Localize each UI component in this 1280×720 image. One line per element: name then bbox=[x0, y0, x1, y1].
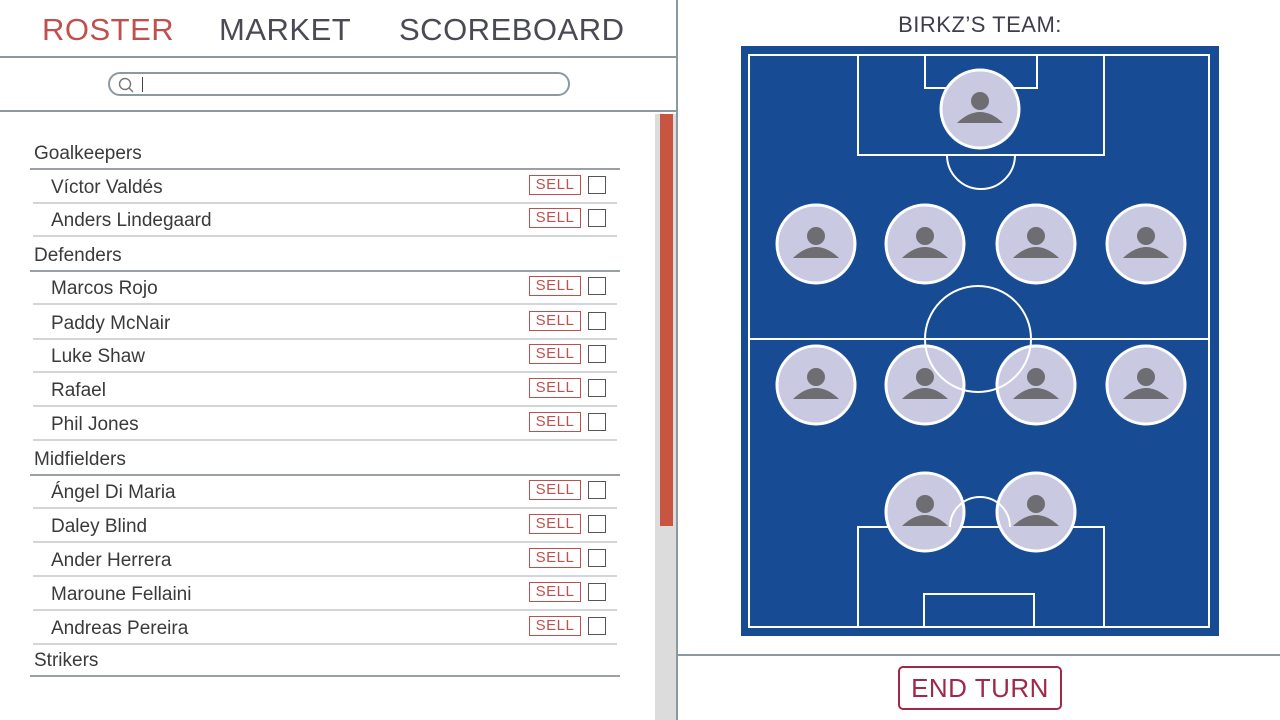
person-icon bbox=[1027, 368, 1045, 386]
group-header-strikers: Strikers bbox=[30, 649, 620, 677]
sell-button[interactable]: SELL bbox=[529, 412, 581, 432]
select-checkbox[interactable] bbox=[588, 176, 606, 194]
player-name: Marcos Rojo bbox=[51, 278, 158, 299]
text-caret bbox=[142, 77, 143, 92]
team-pitch bbox=[741, 46, 1219, 636]
select-checkbox[interactable] bbox=[588, 481, 606, 499]
player-name: Andreas Pereira bbox=[51, 618, 189, 639]
player-name: Rafael bbox=[51, 380, 106, 401]
player-avatar[interactable] bbox=[775, 203, 857, 285]
sell-button[interactable]: SELL bbox=[529, 582, 581, 602]
player-row: Maroune Fellaini SELL bbox=[33, 577, 617, 611]
sell-button[interactable]: SELL bbox=[529, 616, 581, 636]
player-row: Luke Shaw SELL bbox=[33, 339, 617, 373]
sell-button[interactable]: SELL bbox=[529, 208, 581, 228]
player-avatar[interactable] bbox=[995, 203, 1077, 285]
scrollbar[interactable] bbox=[655, 114, 676, 720]
select-checkbox[interactable] bbox=[588, 413, 606, 431]
select-checkbox[interactable] bbox=[588, 515, 606, 533]
player-avatar[interactable] bbox=[995, 344, 1077, 426]
player-name: Ander Herrera bbox=[51, 550, 172, 571]
person-icon bbox=[916, 227, 934, 245]
select-checkbox[interactable] bbox=[588, 583, 606, 601]
player-row: Andreas Pereira SELL bbox=[33, 611, 617, 645]
tab-bar: ROSTER MARKET SCOREBOARD bbox=[0, 0, 676, 58]
player-row: Víctor Valdés SELL bbox=[33, 170, 617, 204]
player-avatar[interactable] bbox=[995, 471, 1077, 553]
sell-button[interactable]: SELL bbox=[529, 276, 581, 296]
player-row: Ángel Di Maria SELL bbox=[33, 475, 617, 509]
player-row: Rafael SELL bbox=[33, 373, 617, 407]
player-avatar[interactable] bbox=[1105, 203, 1187, 285]
player-name: Ángel Di Maria bbox=[51, 482, 176, 503]
tab-market[interactable]: MARKET bbox=[219, 12, 351, 48]
group-header-goalkeepers: Goalkeepers bbox=[30, 142, 620, 170]
player-avatar[interactable] bbox=[939, 68, 1021, 150]
sell-button[interactable]: SELL bbox=[529, 311, 581, 331]
player-avatar[interactable] bbox=[884, 203, 966, 285]
sell-button[interactable]: SELL bbox=[529, 514, 581, 534]
roster-panel: ROSTER MARKET SCOREBOARD Goalkeepers Víct… bbox=[0, 0, 678, 720]
scrollbar-thumb[interactable] bbox=[660, 114, 673, 526]
player-avatar[interactable] bbox=[775, 344, 857, 426]
group-header-defenders: Defenders bbox=[30, 244, 620, 272]
player-row: Phil Jones SELL bbox=[33, 407, 617, 441]
select-checkbox[interactable] bbox=[588, 277, 606, 295]
player-avatar[interactable] bbox=[1105, 344, 1187, 426]
team-title: BIRKZ’S TEAM: bbox=[898, 12, 1062, 37]
select-checkbox[interactable] bbox=[588, 549, 606, 567]
sell-button[interactable]: SELL bbox=[529, 378, 581, 398]
sell-button[interactable]: SELL bbox=[529, 344, 581, 364]
sell-button[interactable]: SELL bbox=[529, 480, 581, 500]
player-name: Phil Jones bbox=[51, 414, 139, 435]
search-bar bbox=[0, 58, 676, 112]
group-header-midfielders: Midfielders bbox=[30, 448, 620, 476]
sell-button[interactable]: SELL bbox=[529, 548, 581, 568]
person-icon bbox=[916, 495, 934, 513]
person-icon bbox=[971, 92, 989, 110]
person-icon bbox=[1137, 227, 1155, 245]
select-checkbox[interactable] bbox=[588, 617, 606, 635]
player-name: Paddy McNair bbox=[51, 313, 171, 334]
end-turn-button[interactable]: END TURN bbox=[898, 666, 1062, 710]
search-input[interactable] bbox=[140, 76, 560, 92]
player-name: Luke Shaw bbox=[51, 346, 146, 367]
search-box[interactable] bbox=[108, 72, 570, 96]
person-icon bbox=[807, 368, 825, 386]
search-icon bbox=[118, 77, 134, 93]
player-name: Daley Blind bbox=[51, 516, 148, 537]
person-icon bbox=[1137, 368, 1155, 386]
player-name: Víctor Valdés bbox=[51, 177, 163, 198]
person-icon bbox=[1027, 227, 1045, 245]
player-row: Marcos Rojo SELL bbox=[33, 271, 617, 305]
person-icon bbox=[807, 227, 825, 245]
bottom-bar: END TURN bbox=[678, 654, 1280, 720]
roster-list: Goalkeepers Víctor Valdés SELL Anders Linde… bbox=[0, 114, 655, 720]
sell-button[interactable]: SELL bbox=[529, 175, 581, 195]
player-row: Ander Herrera SELL bbox=[33, 543, 617, 577]
person-icon bbox=[916, 368, 934, 386]
player-row: Daley Blind SELL bbox=[33, 509, 617, 543]
person-icon bbox=[1027, 495, 1045, 513]
player-row: Anders Lindegaard SELL bbox=[33, 203, 617, 237]
select-checkbox[interactable] bbox=[588, 209, 606, 227]
player-row: Paddy McNair SELL bbox=[33, 306, 617, 340]
select-checkbox[interactable] bbox=[588, 379, 606, 397]
tab-scoreboard[interactable]: SCOREBOARD bbox=[399, 12, 624, 48]
tab-roster[interactable]: ROSTER bbox=[42, 12, 174, 48]
player-avatar[interactable] bbox=[884, 471, 966, 553]
select-checkbox[interactable] bbox=[588, 345, 606, 363]
select-checkbox[interactable] bbox=[588, 312, 606, 330]
player-name: Maroune Fellaini bbox=[51, 584, 192, 605]
player-name: Anders Lindegaard bbox=[51, 210, 212, 231]
